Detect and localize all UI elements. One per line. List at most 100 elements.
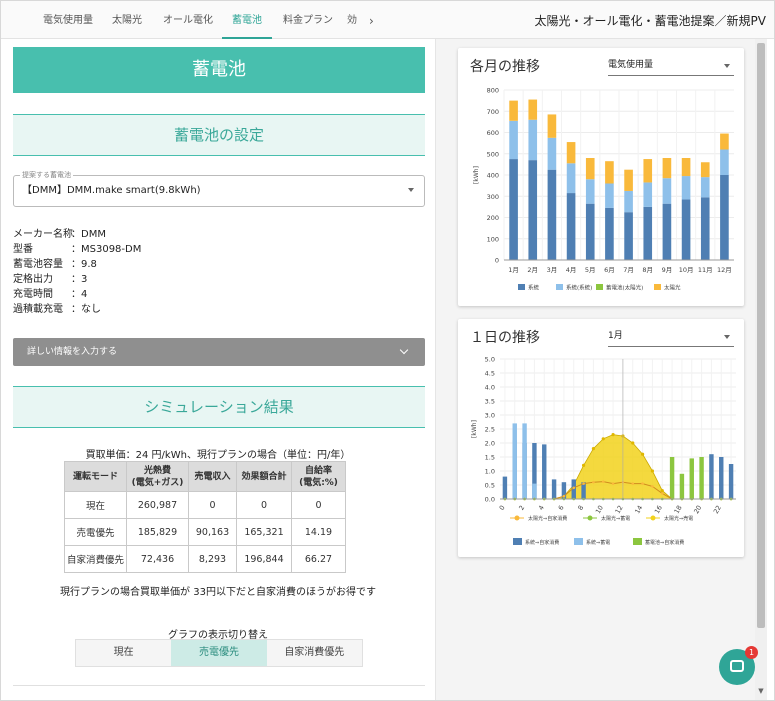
bar-segment <box>605 207 614 260</box>
bar-segment <box>624 212 633 260</box>
x-tick-label: 18 <box>673 504 684 515</box>
y-tick-label: 3.0 <box>485 412 495 420</box>
bar-segment <box>662 203 672 260</box>
app-window: 電気使用量 太陽光 オール電化 蓄電池 料金プラン 効 › 太陽光・オール電化・… <box>0 0 775 701</box>
bar-segment <box>681 176 691 200</box>
table-cell: 自家消費優先 <box>64 545 127 573</box>
x-tick-label: 0 <box>498 504 507 512</box>
battery-select[interactable]: 提案する蓄電池 【DMM】DMM.make smart(9.8kWh) <box>13 170 425 207</box>
table-cell: 14.19 <box>291 518 346 546</box>
bar <box>542 444 547 499</box>
y-tick-label: 3.5 <box>485 398 495 406</box>
bar <box>709 454 714 499</box>
legend-label: 太陽光 <box>664 284 681 292</box>
y-tick-label: 1.0 <box>485 468 495 476</box>
column-header: 光熱費 (電気+ガス) <box>126 461 189 492</box>
y-tick-label: 4.5 <box>485 370 495 378</box>
x-tick-label: 8 <box>576 504 585 512</box>
x-tick-label: 14 <box>633 504 644 515</box>
y-tick-label: 800 <box>487 87 499 95</box>
table-cell: 196,844 <box>236 545 292 573</box>
spec-row: 型番 ：MS3098-DM <box>13 243 141 256</box>
graph-toggle-group: 現在 売電優先 自家消費優先 <box>75 639 363 667</box>
bar-segment <box>566 163 576 194</box>
tab-battery[interactable]: 蓄電池 <box>222 1 272 39</box>
dropdown-caret-icon <box>408 188 414 192</box>
y-tick-label: 100 <box>487 235 499 243</box>
table-row: 自家消費優先 72,436 8,293 196,844 66.27 <box>64 545 346 573</box>
spec-key: 定格出力 <box>13 274 53 285</box>
x-tick-label: 3月 <box>547 266 558 274</box>
spec-row: 蓄電池容量 ：9.8 <box>13 258 97 271</box>
bar <box>699 457 704 499</box>
bar-segment <box>720 175 729 260</box>
toggle-current[interactable]: 現在 <box>76 640 172 666</box>
bar-segment <box>643 159 653 183</box>
table-cell: 0 <box>188 491 237 519</box>
x-tick-label: 7月 <box>623 266 634 274</box>
bar <box>502 476 508 499</box>
x-tick-label: 11月 <box>698 266 713 274</box>
chevron-down-icon <box>399 345 409 355</box>
bar-segment <box>605 183 614 208</box>
data-point <box>601 437 605 441</box>
y-tick-label: 700 <box>487 108 499 116</box>
table-cell: 0 <box>236 491 292 519</box>
spec-value: ：なし <box>71 304 101 315</box>
legend-swatch <box>633 538 642 545</box>
tab-all-electric[interactable]: オール電化 <box>163 1 213 39</box>
chat-button[interactable]: 1 <box>719 646 758 685</box>
x-tick-label: 16 <box>653 504 664 515</box>
tab-electricity-usage[interactable]: 電気使用量 <box>43 1 93 39</box>
spec-value: ：4 <box>71 289 88 300</box>
legend-swatch <box>513 538 522 545</box>
data-point <box>592 480 595 484</box>
toggle-sell-priority[interactable]: 売電優先 <box>171 640 267 666</box>
bar-segment <box>528 119 538 161</box>
y-tick-label: 600 <box>487 129 499 137</box>
tab-rate-plan[interactable]: 料金プラン <box>283 1 333 39</box>
legend-label: 系統(系統) <box>566 284 592 292</box>
bar-segment <box>547 137 557 170</box>
x-tick-label: 6月 <box>604 266 615 274</box>
data-point <box>660 492 664 495</box>
bar <box>719 457 724 499</box>
tab-effect[interactable]: 効 <box>347 1 357 39</box>
details-accordion[interactable]: 詳しい情報を入力する <box>13 338 425 366</box>
spec-key: 蓄電池容量 <box>13 259 63 270</box>
data-point <box>581 463 586 467</box>
tab-solar[interactable]: 太陽光 <box>112 1 142 39</box>
daily-chart-card: １日の推移 1月 0.0 0.5 1.0 1.5 2.0 2.5 3.0 3.5 4.0 4.5 5… <box>458 319 744 557</box>
chevron-right-icon[interactable]: › <box>369 1 374 39</box>
spec-row: 過積載充電 ：なし <box>13 303 101 316</box>
legend-swatch <box>518 284 525 290</box>
bar-segment <box>547 114 557 138</box>
bar-segment <box>643 182 653 207</box>
table-cell: 66.27 <box>291 545 346 573</box>
scrollbar-thumb[interactable] <box>757 43 765 628</box>
data-point <box>562 494 566 498</box>
legend-label: 太陽光⇒蓄電 <box>601 515 630 522</box>
scroll-down-icon[interactable]: ▼ <box>755 684 767 698</box>
table-cell: 0 <box>291 491 346 519</box>
legend-label: 太陽光⇒自家消費 <box>528 515 567 522</box>
table-cell: 現在 <box>64 491 127 519</box>
spec-value: ：9.8 <box>71 259 97 270</box>
data-point <box>650 469 655 473</box>
bar-segment <box>624 169 633 191</box>
bar-segment <box>681 158 691 177</box>
legend-marker <box>587 515 593 521</box>
column-header: 売電収入 <box>188 461 237 492</box>
bar-segment <box>624 190 633 213</box>
data-point <box>640 452 645 456</box>
legend-marker <box>650 515 656 521</box>
legend-swatch <box>574 538 583 545</box>
battery-select-value: 【DMM】DMM.make smart(9.8kWh) <box>22 185 201 196</box>
legend-label: 太陽光⇒売電 <box>664 515 693 522</box>
bar-segment <box>720 133 729 150</box>
page-title: 太陽光・オール電化・蓄電池提案／新規PV <box>534 14 766 28</box>
bar <box>728 464 734 499</box>
toggle-self-consumption[interactable]: 自家消費優先 <box>266 640 362 666</box>
x-tick-label: 12 <box>614 504 625 515</box>
y-tick-label: 400 <box>487 172 499 180</box>
